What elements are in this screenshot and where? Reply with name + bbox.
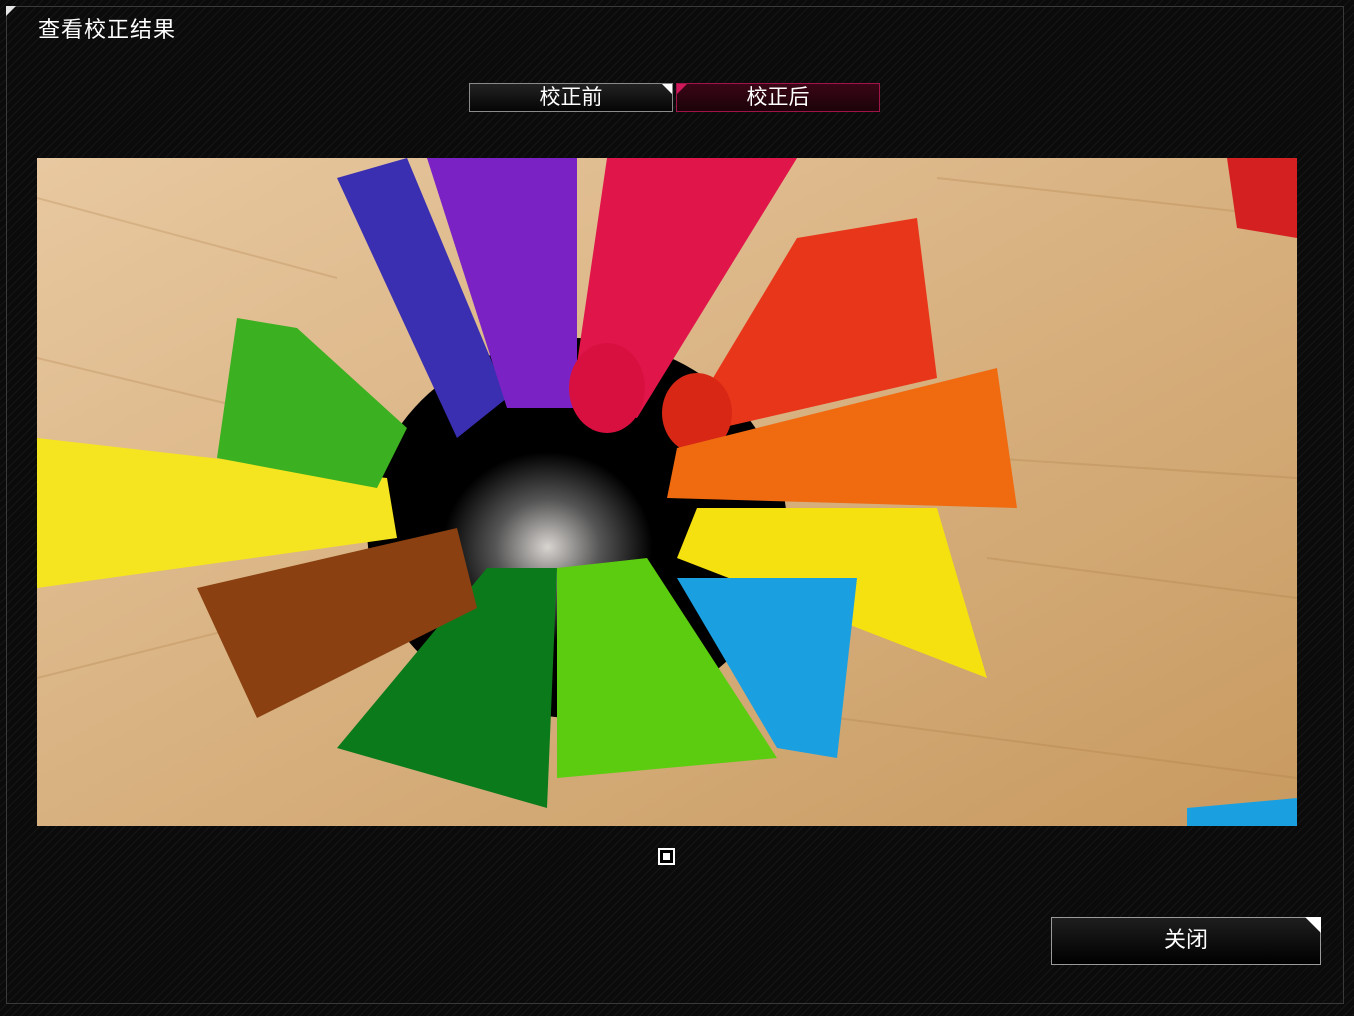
dialog-window: 查看校正结果 校正前 校正后 关闭 (0, 0, 1354, 1016)
tab-before-correction[interactable]: 校正前 (469, 83, 673, 112)
dialog-title: 查看校正结果 (38, 18, 177, 43)
preview-image (37, 158, 1297, 826)
colored-pencils-photo-icon (37, 158, 1297, 826)
tab-after-correction[interactable]: 校正后 (676, 83, 880, 112)
close-button[interactable]: 关闭 (1051, 917, 1321, 965)
corner-decoration (6, 6, 16, 16)
page-indicator-icon[interactable] (658, 848, 675, 865)
